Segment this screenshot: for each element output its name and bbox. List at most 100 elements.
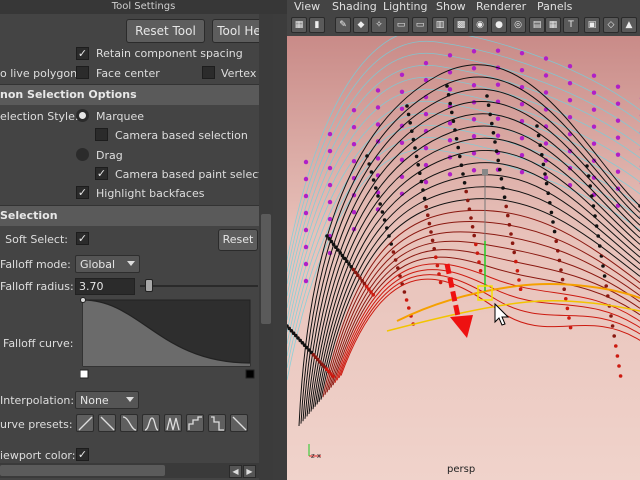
viewport-toolbar-icon[interactable]: ◉ (472, 17, 488, 33)
slider-handle-icon[interactable] (145, 279, 153, 292)
surface-cv (610, 324, 615, 328)
selection-style-label: election Style: (0, 110, 79, 123)
highlight-backfaces-checkbox[interactable]: ✓ (76, 186, 89, 199)
control-vertex (471, 83, 477, 88)
viewport-toolbar-icon[interactable]: ◇ (603, 17, 619, 33)
control-vertex (591, 90, 597, 95)
viewport-toolbar-icon[interactable]: ▩ (453, 17, 469, 33)
surface-cv (498, 167, 502, 172)
menu-lighting[interactable]: Lighting (383, 0, 427, 14)
surface-cv (502, 195, 507, 199)
camera-based-selection-checkbox[interactable] (95, 128, 108, 141)
viewport-toolbar-icon[interactable]: ▮ (309, 17, 325, 33)
menu-view[interactable]: View (294, 0, 320, 14)
surface-cv (467, 207, 472, 211)
face-center-checkbox[interactable] (76, 66, 89, 79)
panel-divider[interactable] (273, 14, 287, 480)
soft-selection-section-header[interactable]: Selection (0, 205, 262, 226)
surface-cv (453, 128, 457, 132)
curve-preset-icon[interactable] (98, 414, 116, 432)
menu-renderer[interactable]: Renderer (476, 0, 526, 14)
surface-cv (429, 230, 433, 234)
falloff-mode-value: Global (80, 258, 116, 271)
control-vertex (495, 133, 501, 138)
viewport-toolbar-icon[interactable]: ✧ (371, 17, 387, 33)
control-vertex (495, 82, 501, 87)
surface-cv (514, 259, 518, 264)
viewport-toolbar-icon[interactable]: ▭ (412, 17, 428, 33)
control-vertex (591, 124, 597, 129)
control-vertex (567, 80, 573, 86)
camera-based-paint-checkbox[interactable]: ✓ (95, 167, 108, 180)
control-vertex (303, 159, 309, 165)
curve-preset-icon[interactable] (76, 414, 94, 432)
falloff-curve-icon[interactable] (80, 297, 255, 379)
surface-cv (349, 265, 353, 269)
marquee-radio[interactable] (76, 109, 89, 122)
control-vertex (591, 107, 597, 112)
surface-cv (347, 262, 351, 266)
surface-cv (432, 247, 436, 251)
reset-tool-button[interactable]: Reset Tool (126, 19, 205, 43)
control-vertex (303, 210, 309, 216)
curve-preset-icon[interactable] (186, 414, 204, 432)
viewport-toolbar-icon[interactable]: ▤ (529, 17, 545, 33)
control-vertex (519, 135, 525, 141)
live-polygon-label: o live polygon: (0, 67, 81, 80)
retain-spacing-checkbox[interactable]: ✓ (76, 47, 89, 60)
curve-preset-icon[interactable] (230, 414, 248, 432)
camera-based-paint-label: Camera based paint selection (115, 168, 280, 181)
surface-cv (512, 250, 516, 255)
control-vertex (303, 193, 309, 199)
scroll-left-icon[interactable]: ◀ (229, 465, 242, 478)
surface-cv (402, 290, 407, 294)
control-vertex (447, 138, 453, 143)
panel-scrollbar-thumb[interactable] (261, 214, 271, 324)
common-selection-section-header[interactable]: non Selection Options (0, 84, 262, 105)
menu-panels[interactable]: Panels (537, 0, 572, 14)
curve-preset-icon[interactable] (120, 414, 138, 432)
viewport-toolbar-icon[interactable]: T (563, 17, 579, 33)
viewport-toolbar-icon[interactable]: ▦ (545, 17, 561, 33)
control-vertex (567, 114, 573, 120)
surface-cv (331, 374, 335, 379)
viewport-toolbar-icon[interactable]: ▦ (291, 17, 307, 33)
drag-radio[interactable] (76, 148, 89, 161)
curve-preset-icon[interactable] (164, 414, 182, 432)
surface-cv (462, 181, 467, 185)
surface-cv (615, 354, 620, 358)
vertex-checkbox[interactable] (202, 66, 215, 79)
viewport-toolbar-icon[interactable]: ● (491, 17, 507, 33)
surface-cv (554, 239, 558, 243)
menu-shading[interactable]: Shading (332, 0, 377, 14)
soft-select-checkbox[interactable]: ✓ (76, 232, 89, 245)
surface-cv (362, 281, 367, 286)
interpolation-dropdown[interactable]: None (75, 391, 139, 409)
viewport-toolbar-icon[interactable]: ◆ (353, 17, 369, 33)
surface-cv (493, 140, 497, 144)
viewport-canvas[interactable]: z x (287, 36, 640, 480)
falloff-mode-dropdown[interactable]: Global (75, 255, 140, 273)
viewport-toolbar-icon[interactable]: ◎ (510, 17, 526, 33)
surface-cv (490, 121, 494, 126)
viewport-toolbar-icon[interactable]: ▭ (393, 17, 409, 33)
curve-preset-icon[interactable] (208, 414, 226, 432)
panel-hscroll-thumb[interactable] (0, 465, 165, 476)
axis-label: z x (311, 452, 321, 460)
curve-preset-icon[interactable] (142, 414, 160, 432)
viewport-toolbar-icon[interactable]: ▥ (432, 17, 448, 33)
viewport-color-checkbox[interactable]: ✓ (76, 448, 89, 461)
menu-show[interactable]: Show (436, 0, 466, 14)
perspective-viewport[interactable]: View Shading Lighting Show Renderer Pane… (287, 0, 640, 480)
viewport-toolbar-icon[interactable]: ▣ (584, 17, 600, 33)
viewport-toolbar-icon[interactable]: ▲ (621, 17, 637, 33)
tool-settings-panel: Tool Settings Reset Tool Tool Help ✓ Ret… (0, 0, 287, 480)
control-vertex (303, 227, 309, 233)
panel-title: Tool Settings (0, 0, 287, 14)
falloff-radius-field[interactable]: 3.70 (75, 278, 135, 295)
surface-cv (604, 284, 608, 288)
falloff-radius-slider-track[interactable] (140, 285, 258, 287)
viewport-toolbar-icon[interactable]: ✎ (335, 17, 351, 33)
soft-select-reset-button[interactable]: Reset (218, 229, 258, 251)
scroll-right-icon[interactable]: ▶ (243, 465, 256, 478)
